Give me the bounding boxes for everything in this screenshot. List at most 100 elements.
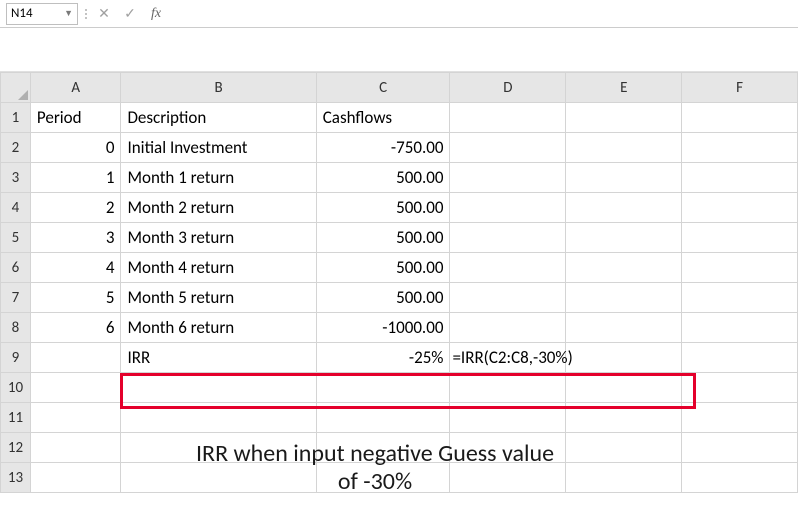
chevron-down-icon[interactable]: ▼ — [64, 8, 73, 19]
cell-E3[interactable] — [566, 163, 682, 193]
cell-C3[interactable]: 500.00 — [316, 163, 450, 193]
cell-B3[interactable]: Month 1 return — [121, 163, 316, 193]
cell-B6[interactable]: Month 4 return — [121, 253, 316, 283]
cell-F8[interactable] — [682, 313, 798, 343]
column-header-A[interactable]: A — [30, 73, 121, 103]
cell-D9[interactable]: =IRR(C2:C8,-30%) — [450, 343, 566, 373]
select-all-cell[interactable] — [1, 73, 31, 103]
cell-F1[interactable] — [682, 103, 798, 133]
cell-D5[interactable] — [450, 223, 566, 253]
row-header-13[interactable]: 13 — [1, 463, 31, 493]
cell-E9[interactable] — [566, 343, 682, 373]
cell-D2[interactable] — [450, 133, 566, 163]
cell-B8[interactable]: Month 6 return — [121, 313, 316, 343]
cell-B4[interactable]: Month 2 return — [121, 193, 316, 223]
row-header-12[interactable]: 12 — [1, 433, 31, 463]
cell-C1[interactable]: Cashflows — [316, 103, 450, 133]
row-header-4[interactable]: 4 — [1, 193, 31, 223]
name-box-value: N14 — [11, 6, 62, 21]
cell-B5[interactable]: Month 3 return — [121, 223, 316, 253]
formula-bar: N14 ▼ ✕ ✓ fx — [0, 0, 798, 28]
cell-E7[interactable] — [566, 283, 682, 313]
cell-F5[interactable] — [682, 223, 798, 253]
cell-A11[interactable] — [30, 403, 121, 433]
cell-A8[interactable]: 6 — [30, 313, 121, 343]
cell-A9[interactable] — [30, 343, 121, 373]
row-header-7[interactable]: 7 — [1, 283, 31, 313]
cell-D1[interactable] — [450, 103, 566, 133]
cell-C2[interactable]: -750.00 — [316, 133, 450, 163]
cell-F13[interactable] — [682, 463, 798, 493]
cell-D4[interactable] — [450, 193, 566, 223]
cell-C10[interactable] — [316, 373, 450, 403]
cell-D8[interactable] — [450, 313, 566, 343]
cell-A7[interactable]: 5 — [30, 283, 121, 313]
cell-E10[interactable] — [566, 373, 682, 403]
row-header-10[interactable]: 10 — [1, 373, 31, 403]
cell-B2[interactable]: Initial Investment — [121, 133, 316, 163]
column-header-D[interactable]: D — [450, 73, 566, 103]
cell-E4[interactable] — [566, 193, 682, 223]
cell-A5[interactable]: 3 — [30, 223, 121, 253]
cell-E2[interactable] — [566, 133, 682, 163]
row-header-5[interactable]: 5 — [1, 223, 31, 253]
row-header-1[interactable]: 1 — [1, 103, 31, 133]
cell-A2[interactable]: 0 — [30, 133, 121, 163]
row-header-8[interactable]: 8 — [1, 313, 31, 343]
cell-F6[interactable] — [682, 253, 798, 283]
row-header-2[interactable]: 2 — [1, 133, 31, 163]
row-header-9[interactable]: 9 — [1, 343, 31, 373]
cell-A1[interactable]: Period — [30, 103, 121, 133]
cell-F3[interactable] — [682, 163, 798, 193]
cell-D6[interactable] — [450, 253, 566, 283]
cell-B1[interactable]: Description — [121, 103, 316, 133]
cell-A6[interactable]: 4 — [30, 253, 121, 283]
cell-E6[interactable] — [566, 253, 682, 283]
drag-handle-icon[interactable] — [84, 4, 88, 24]
formula-input[interactable] — [172, 4, 792, 24]
cell-E1[interactable] — [566, 103, 682, 133]
cell-F11[interactable] — [682, 403, 798, 433]
cell-B10[interactable] — [121, 373, 316, 403]
cell-C11[interactable] — [316, 403, 450, 433]
column-header-F[interactable]: F — [682, 73, 798, 103]
column-header-C[interactable]: C — [316, 73, 450, 103]
cell-A12[interactable] — [30, 433, 121, 463]
cell-A4[interactable]: 2 — [30, 193, 121, 223]
cell-D3[interactable] — [450, 163, 566, 193]
cell-D10[interactable] — [450, 373, 566, 403]
cell-C5[interactable]: 500.00 — [316, 223, 450, 253]
row-header-6[interactable]: 6 — [1, 253, 31, 283]
cell-C8[interactable]: -1000.00 — [316, 313, 450, 343]
cell-F4[interactable] — [682, 193, 798, 223]
cell-E8[interactable] — [566, 313, 682, 343]
cell-C6[interactable]: 500.00 — [316, 253, 450, 283]
cell-B9[interactable]: IRR — [121, 343, 316, 373]
cell-F9[interactable] — [682, 343, 798, 373]
column-header-B[interactable]: B — [121, 73, 316, 103]
column-header-E[interactable]: E — [566, 73, 682, 103]
cell-B7[interactable]: Month 5 return — [121, 283, 316, 313]
cell-C7[interactable]: 500.00 — [316, 283, 450, 313]
cell-A3[interactable]: 1 — [30, 163, 121, 193]
caption-line-2: of -30% — [150, 468, 600, 496]
triangle-icon — [18, 90, 28, 100]
row-header-11[interactable]: 11 — [1, 403, 31, 433]
cell-D11[interactable] — [450, 403, 566, 433]
cell-E11[interactable] — [566, 403, 682, 433]
cell-C4[interactable]: 500.00 — [316, 193, 450, 223]
insert-function-button[interactable]: fx — [146, 4, 166, 24]
cell-D7[interactable] — [450, 283, 566, 313]
cell-E5[interactable] — [566, 223, 682, 253]
cell-F10[interactable] — [682, 373, 798, 403]
cell-A13[interactable] — [30, 463, 121, 493]
cell-C9[interactable]: -25% — [316, 343, 450, 373]
ribbon-spacer — [0, 28, 798, 72]
cell-F7[interactable] — [682, 283, 798, 313]
cell-F12[interactable] — [682, 433, 798, 463]
name-box[interactable]: N14 ▼ — [6, 3, 78, 25]
cell-A10[interactable] — [30, 373, 121, 403]
cell-F2[interactable] — [682, 133, 798, 163]
cell-B11[interactable] — [121, 403, 316, 433]
row-header-3[interactable]: 3 — [1, 163, 31, 193]
